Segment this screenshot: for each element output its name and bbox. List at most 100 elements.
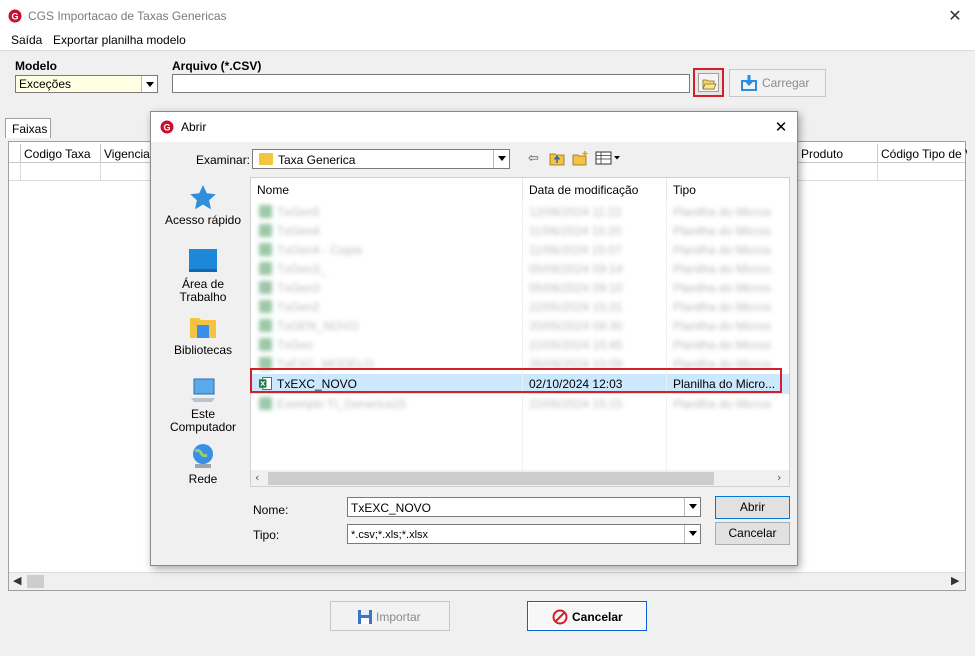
tab-faixas-label: Faixas [12, 122, 48, 136]
place-acesso-rapido[interactable]: Acesso rápido [157, 184, 249, 236]
column-vigencia[interactable]: Vigencia [101, 144, 156, 163]
file-list[interactable]: Nome Data de modificação Tipo TxGen5 12/… [250, 177, 790, 487]
dialog-cancel-button[interactable]: Cancelar [715, 522, 790, 545]
column-divider [666, 200, 667, 470]
carregar-button[interactable]: Carregar [729, 69, 826, 97]
menu-item-exportar-planilha[interactable]: Exportar planilha modelo [53, 33, 186, 47]
place-label: Área de Trabalho [179, 277, 227, 304]
file-list-horizontal-scrollbar[interactable]: ‹ › [251, 470, 789, 486]
place-label: Acesso rápido [164, 213, 242, 227]
place-label: Este Computador [169, 407, 237, 434]
file-list-header: Nome Data de modificação Tipo [251, 178, 789, 200]
save-disk-icon [358, 610, 372, 624]
excel-file-icon [259, 205, 272, 218]
tab-faixas[interactable]: Faixas [5, 118, 51, 138]
dialog-close-icon[interactable]: ✕ [771, 117, 791, 137]
excel-file-icon [259, 397, 272, 410]
file-type: Planilha do Micro... [673, 377, 776, 391]
modelo-select[interactable]: Exceções [15, 75, 158, 93]
grid-cell[interactable] [21, 163, 101, 181]
file-name: TxGen4 [277, 224, 320, 238]
chevron-down-icon[interactable] [141, 76, 157, 92]
examinar-select[interactable]: Taxa Generica [252, 149, 510, 169]
file-row[interactable]: TxEXC_MODELO 26/09/2024 10:09 Planilha d… [251, 354, 789, 373]
cgs-logo-icon: G [160, 120, 174, 134]
scroll-left-icon[interactable]: ◀ [13, 574, 21, 587]
scrollbar-thumb[interactable] [268, 472, 714, 485]
menu-bar: Saída Exportar planilha modelo [0, 31, 975, 51]
cgs-logo-icon: G [8, 9, 22, 23]
file-name: TxGen2 [277, 300, 320, 314]
scroll-right-icon[interactable]: ▶ [951, 574, 959, 587]
file-type: Planilha do Micros [673, 205, 772, 219]
arquivo-label: Arquivo (*.CSV) [172, 59, 262, 73]
chevron-down-icon[interactable] [684, 525, 700, 543]
chevron-down-icon[interactable] [493, 150, 509, 168]
file-row[interactable]: Exemplo TI_Generica15 22/05/2024 15:15 P… [251, 394, 789, 413]
file-type: Planilha do Micros [673, 224, 772, 238]
column-tipo[interactable]: Tipo [667, 178, 789, 200]
file-row[interactable]: TxGen4 - Copia 11/06/2024 15:07 Planilha… [251, 240, 789, 259]
file-row-selected[interactable]: TxEXC_NOVO 02/10/2024 12:03 Planilha do … [251, 374, 789, 394]
cancelar-label: Cancelar [572, 610, 623, 624]
places-bar: Acesso rápido Área de Trabalho Bibliotec… [157, 176, 249, 492]
nome-input[interactable]: TxEXC_NOVO [347, 497, 701, 517]
grid-cell[interactable] [798, 163, 878, 181]
place-area-de-trabalho[interactable]: Área de Trabalho [157, 248, 249, 308]
open-file-dialog: G Abrir ✕ Examinar: Taxa Generica ⇦ Aces… [150, 111, 798, 566]
file-date: 02/10/2024 12:03 [529, 377, 623, 391]
place-rede[interactable]: Rede [157, 443, 249, 493]
examinar-label: Examinar: [196, 153, 251, 167]
file-row[interactable]: TxGen2 22/05/2024 15:31 Planilha do Micr… [251, 297, 789, 316]
file-date: 05/06/2024 09:10 [529, 281, 623, 295]
importar-button[interactable]: Importar [330, 601, 450, 631]
file-date: 05/06/2024 09:14 [529, 262, 623, 276]
file-date: 22/05/2024 15:31 [529, 300, 623, 314]
place-bibliotecas[interactable]: Bibliotecas [157, 314, 249, 364]
excel-file-icon [259, 338, 272, 351]
tipo-label: Tipo: [253, 528, 280, 542]
network-globe-icon [193, 444, 213, 468]
window-close-icon[interactable]: ✕ [944, 6, 966, 26]
file-row[interactable]: TxGen3_ 05/06/2024 09:14 Planilha do Mic… [251, 259, 789, 278]
scroll-right-icon[interactable]: › [777, 471, 781, 484]
place-label: Bibliotecas [173, 343, 233, 357]
file-row[interactable]: TxGen4 11/06/2024 15:20 Planilha do Micr… [251, 221, 789, 240]
grid-horizontal-scrollbar[interactable]: ◀ ▶ [9, 572, 965, 590]
chevron-down-icon[interactable] [684, 498, 700, 516]
column-produto[interactable]: Produto [798, 144, 878, 163]
window-title: CGS Importacao de Taxas Genericas [28, 9, 227, 23]
scrollbar-thumb[interactable] [27, 575, 44, 588]
svg-text:G: G [11, 12, 18, 22]
place-este-computador[interactable]: Este Computador [157, 378, 249, 434]
excel-file-icon [259, 300, 272, 313]
file-row[interactable]: TxGEN_NOVO 20/05/2024 09:30 Planilha do … [251, 316, 789, 335]
view-menu-icon[interactable] [595, 151, 621, 165]
cancelar-button[interactable]: Cancelar [527, 601, 647, 631]
importar-label: Importar [376, 610, 421, 624]
scroll-left-icon[interactable]: ‹ [255, 471, 259, 484]
column-codigo-taxa[interactable]: Codigo Taxa [21, 144, 101, 163]
place-label: Rede [188, 472, 218, 486]
column-codigo-tipo-veiculo[interactable]: Código Tipo de Ve [878, 144, 967, 163]
file-row[interactable]: TxGen 22/05/2024 15:45 Planilha do Micro… [251, 335, 789, 354]
new-folder-icon[interactable] [572, 151, 589, 166]
column-data-modificacao[interactable]: Data de modificação [523, 178, 667, 200]
tipo-select[interactable]: *.csv;*.xls;*.xlsx [347, 524, 701, 544]
abrir-button[interactable]: Abrir [715, 496, 790, 519]
file-date: 22/05/2024 15:45 [529, 338, 623, 352]
menu-item-saida[interactable]: Saída [11, 33, 42, 47]
svg-text:G: G [163, 123, 170, 133]
file-name: TxGen3_ [277, 262, 327, 276]
grid-cell[interactable] [101, 163, 156, 181]
file-date: 11/06/2024 15:20 [529, 224, 622, 238]
file-type: Planilha do Micros [673, 397, 772, 411]
up-folder-icon[interactable] [549, 151, 566, 166]
file-row[interactable]: TxGen5 12/06/2024 11:22 Planilha do Micr… [251, 202, 789, 221]
browse-file-button[interactable] [693, 68, 724, 97]
column-nome[interactable]: Nome [251, 178, 523, 200]
excel-file-icon [259, 281, 272, 294]
arquivo-input[interactable] [172, 74, 690, 93]
back-arrow-icon[interactable]: ⇦ [528, 151, 539, 166]
file-row[interactable]: TxGen3 05/06/2024 09:10 Planilha do Micr… [251, 278, 789, 297]
